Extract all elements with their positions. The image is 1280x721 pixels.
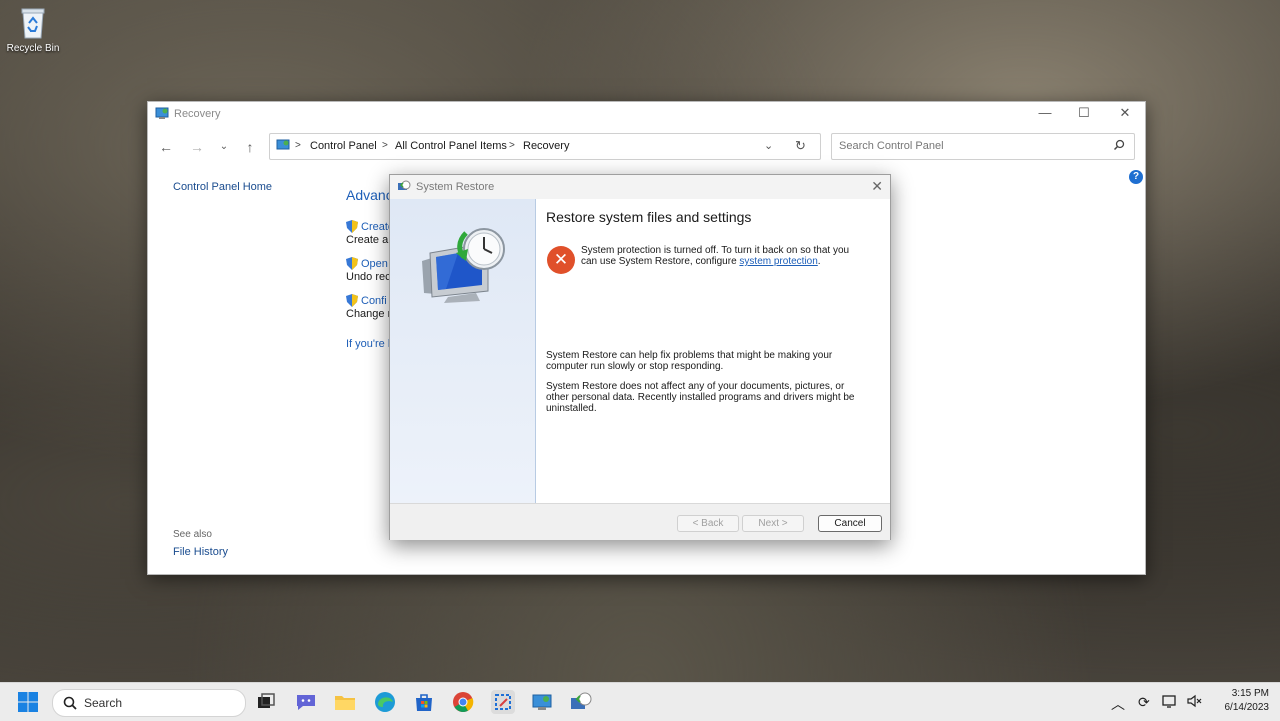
warning-end: . [817,256,821,267]
breadcrumb-control-panel[interactable]: Control Panel [310,140,377,152]
create-recovery-desc: Create a r [346,234,395,246]
refresh-icon[interactable]: ↻ [795,138,806,154]
control-panel-home-link[interactable]: Control Panel Home [173,181,272,193]
system-restore-dialog: System Restore ✕ Restore system files an… [389,174,891,540]
chrome-browser-icon[interactable] [451,690,475,714]
warning-message: System protection is turned off. To turn… [581,245,856,267]
network-icon[interactable] [1162,693,1178,712]
taskbar-search-label: Search [84,696,123,710]
breadcrumb-separator: > [295,140,301,151]
system-restore-taskbar-icon[interactable] [569,690,593,714]
start-windows-icon[interactable] [16,690,40,714]
system-restore-illustration-icon [418,223,510,303]
taskbar-search-icon [63,696,77,710]
microsoft-store-icon[interactable] [412,690,436,714]
speaker-muted-icon[interactable] [1186,693,1204,712]
show-hidden-icons-chevron-icon[interactable]: ︿ [1111,694,1125,714]
breadcrumb-all-items[interactable]: All Control Panel Items [395,140,507,152]
teams-chat-icon[interactable] [294,690,318,714]
shield-icon [346,220,358,233]
title-bar: Recovery — ☐ ✕ [148,102,1145,126]
edge-browser-icon[interactable] [373,690,397,714]
task-view-icon[interactable] [254,690,278,714]
dialog-title-bar: System Restore ✕ [390,175,890,199]
help-icon[interactable]: ? [1129,170,1143,184]
snipping-tool-icon[interactable] [491,690,515,714]
taskbar-search[interactable]: Search [52,689,246,717]
breadcrumb-separator: > [509,140,515,151]
file-history-link[interactable]: File History [173,546,228,558]
info-paragraph-2: System Restore does not affect any of yo… [546,381,855,414]
window-title: Recovery [174,108,221,120]
dialog-close-icon[interactable]: ✕ [871,178,883,195]
control-panel-taskbar-icon[interactable] [530,690,554,714]
help-link-partial[interactable]: If you're h [346,338,394,350]
configure-system-restore-link[interactable]: Confi [361,295,387,307]
recent-locations-chevron-icon[interactable]: ⌄ [213,133,235,161]
taskbar: Search ︿ ⟳ 3:15 PM 6/14/2023 [0,682,1280,721]
system-restore-small-icon [397,180,411,194]
clock-date[interactable]: 6/14/2023 [1210,702,1270,713]
dialog-sidebar [390,199,536,503]
control-panel-icon [155,107,169,120]
breadcrumb-separator: > [382,140,388,151]
back-button[interactable]: < Back [677,515,739,532]
address-control-panel-icon [276,139,290,152]
next-button[interactable]: Next > [742,515,804,532]
close-button[interactable]: ✕ [1105,102,1145,126]
sync-status-icon[interactable]: ⟳ [1138,694,1150,711]
open-system-restore-desc: Undo rec [346,271,391,283]
open-system-restore-link[interactable]: Open [361,258,388,270]
maximize-button[interactable]: ☐ [1064,102,1104,126]
search-icon[interactable] [1113,139,1125,151]
address-bar[interactable]: > Control Panel > All Control Panel Item… [269,133,821,160]
configure-system-restore-desc: Change r [346,308,392,320]
forward-arrow-icon[interactable]: → [186,133,208,161]
recycle-bin-label: Recycle Bin [6,43,60,54]
minimize-button[interactable]: — [1025,102,1065,126]
recycle-bin-shortcut[interactable]: Recycle Bin [4,6,62,54]
error-icon: ✕ [547,246,575,274]
back-arrow-icon[interactable]: ← [155,133,177,161]
info-paragraph-1: System Restore can help fix problems tha… [546,350,833,372]
shield-icon [346,294,358,307]
breadcrumb-recovery[interactable]: Recovery [523,140,569,152]
file-explorer-icon[interactable] [333,690,357,714]
advanced-tools-heading: Advanc [346,187,393,203]
dialog-title: System Restore [416,181,495,193]
search-placeholder: Search Control Panel [839,140,944,152]
cancel-button[interactable]: Cancel [818,515,882,532]
system-protection-link[interactable]: system protection [739,256,817,267]
address-dropdown-chevron-icon[interactable]: ⌄ [764,139,773,152]
recycle-bin-icon [18,6,48,40]
see-also-heading: See also [173,529,212,540]
address-row: ← → ⌄ ↑ > Control Panel > All Control Pa… [148,133,1145,161]
dialog-heading: Restore system files and settings [546,209,752,225]
up-arrow-icon[interactable]: ↑ [239,133,261,161]
shield-icon [346,257,358,270]
clock-time[interactable]: 3:15 PM [1217,688,1269,699]
dialog-footer: < Back Next > Cancel [390,503,890,540]
search-box[interactable]: Search Control Panel [831,133,1135,160]
